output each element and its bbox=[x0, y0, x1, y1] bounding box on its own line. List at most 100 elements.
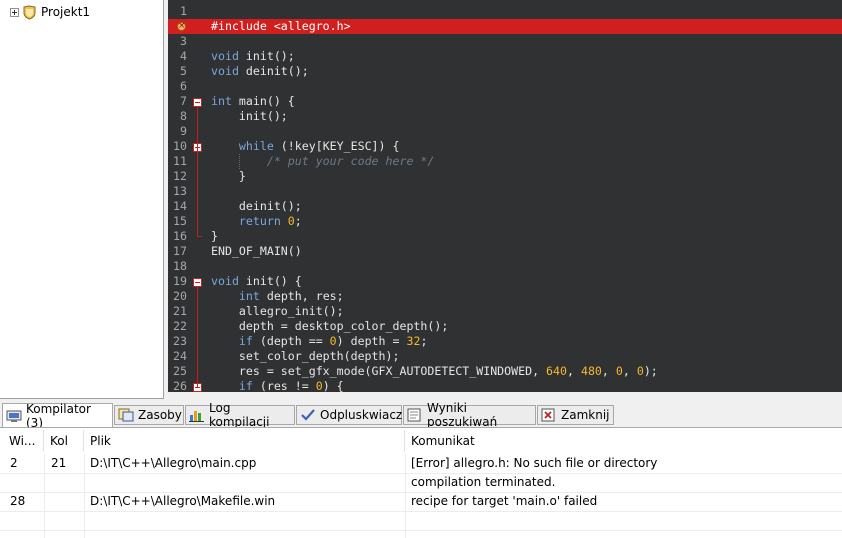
fold-toggle-icon[interactable] bbox=[193, 278, 202, 287]
code-line[interactable]: 20 int depth, res; bbox=[168, 289, 842, 304]
cell-message: [Error] allegro.h: No such file or direc… bbox=[411, 456, 658, 470]
fold-toggle-icon[interactable] bbox=[193, 98, 202, 107]
column-separator[interactable] bbox=[404, 430, 405, 452]
check-icon bbox=[300, 408, 316, 422]
code-text: depth = desktop_color_depth(); bbox=[211, 319, 449, 333]
code-text: set_color_depth(depth); bbox=[211, 349, 400, 363]
line-number[interactable]: 6 bbox=[168, 79, 187, 94]
tree-item-project[interactable]: Projekt1 bbox=[10, 4, 90, 20]
message-row[interactable]: compilation terminated. bbox=[0, 473, 842, 493]
code-editor[interactable]: 12#include <allegro.h>34void init();5voi… bbox=[168, 0, 842, 392]
line-number[interactable]: 24 bbox=[168, 349, 187, 364]
tab-kompilator-3[interactable]: Kompilator (3) bbox=[2, 402, 113, 430]
code-line[interactable]: 16} bbox=[168, 229, 842, 244]
code-line[interactable]: 13 bbox=[168, 184, 842, 199]
code-line[interactable]: 24 set_color_depth(depth); bbox=[168, 349, 842, 364]
line-number[interactable]: 25 bbox=[168, 364, 187, 379]
code-line[interactable]: 14 deinit(); bbox=[168, 199, 842, 214]
line-number[interactable]: 4 bbox=[168, 49, 187, 64]
code-line[interactable]: 25 res = set_gfx_mode(GFX_AUTODETECT_WIN… bbox=[168, 364, 842, 379]
project-label: Projekt1 bbox=[41, 5, 91, 19]
code-text: } bbox=[211, 229, 218, 243]
code-line[interactable]: 21 allegro_init(); bbox=[168, 304, 842, 319]
tab-zamknij[interactable]: Zamknij bbox=[537, 405, 614, 425]
column-separator[interactable] bbox=[83, 430, 84, 452]
line-number[interactable]: 17 bbox=[168, 244, 187, 259]
column-header-line[interactable]: Wi... bbox=[9, 428, 35, 454]
tab-log-kompilacji[interactable]: Log kompilacji bbox=[185, 401, 295, 429]
message-row[interactable]: 28 D:\IT\C++\Allegro\Makefile.win recipe f… bbox=[0, 492, 842, 512]
code-line[interactable]: 26 if (res != 0) { bbox=[168, 379, 842, 392]
code-line[interactable]: 5 void deinit(); bbox=[168, 64, 842, 79]
line-number[interactable]: 5 bbox=[168, 64, 187, 79]
code-line[interactable]: 11 /* put your code here */ bbox=[168, 154, 842, 169]
code-text: int depth, res; bbox=[238, 289, 344, 303]
error-marker-icon[interactable] bbox=[177, 19, 186, 34]
resources-icon bbox=[118, 408, 134, 422]
code-text: if (depth == 0) depth = 32; bbox=[238, 334, 428, 348]
code-text: int main() { bbox=[211, 94, 295, 108]
line-number[interactable]: 3 bbox=[168, 34, 187, 49]
code-line[interactable]: 6 bbox=[168, 79, 842, 94]
code-line[interactable]: 15 return 0; bbox=[168, 214, 842, 229]
code-line[interactable]: 10 while (!key[KEY_ESC]) { bbox=[168, 139, 842, 154]
column-header-col[interactable]: Kol bbox=[50, 428, 68, 454]
code-line[interactable]: 3 bbox=[168, 34, 842, 49]
code-line[interactable]: 7 int main() { bbox=[168, 94, 842, 109]
code-line[interactable]: 4 void init(); bbox=[168, 49, 842, 64]
line-number[interactable]: 7 bbox=[168, 94, 187, 109]
tab-label: Odpluskwiacz bbox=[320, 408, 403, 422]
line-number[interactable]: 19 bbox=[168, 274, 187, 289]
code-line[interactable]: 1 bbox=[168, 4, 842, 19]
line-number[interactable]: 10 bbox=[168, 139, 187, 154]
line-number[interactable]: 11 bbox=[168, 154, 187, 169]
line-number[interactable]: 8 bbox=[168, 109, 187, 124]
line-number[interactable]: 26 bbox=[168, 379, 187, 392]
cell-col: 21 bbox=[51, 456, 67, 470]
code-text: } bbox=[211, 169, 246, 183]
code-line-error[interactable]: 2#include <allegro.h> bbox=[168, 19, 842, 34]
line-number[interactable]: 23 bbox=[168, 334, 187, 349]
ide-window: Projekt1 12#include <allegro.h>34void in… bbox=[0, 0, 842, 538]
message-row[interactable]: 2 21 D:\IT\C++\Allegro\main.cpp [Error] all… bbox=[0, 454, 842, 474]
code-text: allegro_init(); bbox=[211, 304, 344, 318]
tab-label: Log kompilacji bbox=[209, 401, 270, 429]
code-line[interactable]: 12 } bbox=[168, 169, 842, 184]
column-header-message[interactable]: Komunikat bbox=[411, 428, 475, 454]
line-number[interactable]: 12 bbox=[168, 169, 187, 184]
fold-region-end bbox=[197, 236, 202, 237]
bottom-tab-strip: Kompilator (3) Zasoby Log kompilacji Odplus… bbox=[0, 401, 842, 430]
line-number[interactable]: 13 bbox=[168, 184, 187, 199]
tab-zasoby[interactable]: Zasoby bbox=[114, 405, 184, 425]
tab-label: Zasoby bbox=[138, 408, 182, 422]
compiler-icon bbox=[6, 409, 22, 423]
line-number[interactable]: 14 bbox=[168, 199, 187, 214]
tab-wyniki-poszukiwań[interactable]: Wyniki poszukiwań bbox=[403, 401, 536, 429]
code-line[interactable]: 22 depth = desktop_color_depth(); bbox=[168, 319, 842, 334]
column-separator[interactable] bbox=[43, 430, 44, 452]
tab-odpluskwiacz[interactable]: Odpluskwiacz bbox=[296, 405, 402, 425]
code-line[interactable]: 23 if (depth == 0) depth = 32; bbox=[168, 334, 842, 349]
code-line[interactable]: 8 init(); bbox=[168, 109, 842, 124]
cell-line: 2 bbox=[10, 456, 18, 470]
line-number[interactable]: 1 bbox=[168, 4, 187, 19]
indent-guide bbox=[239, 154, 240, 169]
line-number[interactable]: 20 bbox=[168, 289, 187, 304]
code-line[interactable]: 9 bbox=[168, 124, 842, 139]
project-tree[interactable]: Projekt1 bbox=[0, 0, 164, 399]
expand-icon[interactable] bbox=[10, 7, 19, 17]
code-text: #include <allegro.h> bbox=[211, 19, 351, 33]
message-row[interactable] bbox=[0, 511, 842, 531]
column-header-file[interactable]: Plik bbox=[90, 428, 111, 454]
code-line[interactable]: 19 void init() { bbox=[168, 274, 842, 289]
code-line[interactable]: 17 END_OF_MAIN() bbox=[168, 244, 842, 259]
line-number[interactable]: 22 bbox=[168, 319, 187, 334]
line-number[interactable]: 15 bbox=[168, 214, 187, 229]
line-number[interactable]: 16 bbox=[168, 229, 187, 244]
line-number[interactable]: 18 bbox=[168, 259, 187, 274]
code-text: END_OF_MAIN() bbox=[211, 244, 302, 258]
line-number[interactable]: 21 bbox=[168, 304, 187, 319]
code-line[interactable]: 18 bbox=[168, 259, 842, 274]
cell-file: D:\IT\C++\Allegro\Makefile.win bbox=[90, 494, 276, 508]
line-number[interactable]: 9 bbox=[168, 124, 187, 139]
